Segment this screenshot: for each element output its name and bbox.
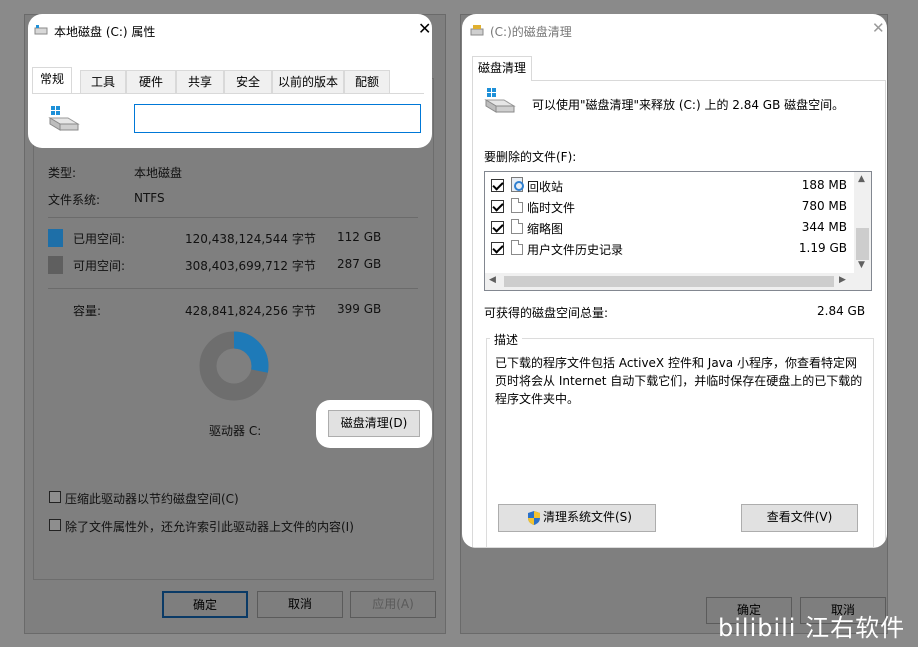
filesystem-value: NTFS [134,191,165,205]
tab-quota[interactable]: 配额 [344,70,390,94]
vertical-scrollbar[interactable]: ▲ ▼ [854,172,871,274]
horizontal-scroll-thumb[interactable] [504,276,834,287]
file-size: 344 MB [801,220,847,234]
filesystem-label: 文件系统: [48,193,101,207]
cleanup-button-card: 磁盘清理(D) [316,400,432,448]
close-icon[interactable]: ✕ [418,19,431,38]
vertical-scroll-thumb[interactable] [856,228,869,260]
file-name: 用户文件历史记录 [527,243,624,257]
file-icon [511,219,523,234]
files-list[interactable]: 回收站 188 MB 临时文件 780 MB 缩略图 344 MB 用户文件历史… [484,171,872,291]
apply-button[interactable]: 应用(A) [350,591,436,618]
separator [48,288,418,289]
drive-large-icon [484,88,516,113]
recycle-bin-icon [511,177,524,192]
free-space-bytes: 308,403,699,712 字节 [185,259,316,273]
close-icon[interactable]: ✕ [872,19,885,37]
cleanup-intro-text: 可以使用"磁盘清理"来释放 (C:) 上的 2.84 GB 磁盘空间。 [532,98,845,112]
clean-system-files-label: 清理系统文件(S) [543,510,632,524]
capacity-size: 399 GB [337,302,382,316]
tab-security[interactable]: 安全 [224,70,272,94]
description-title: 描述 [490,331,523,348]
scroll-left-icon[interactable]: ◀ [489,275,496,285]
watermark: bilibili 江右软件 [718,614,906,642]
tab-hardware[interactable]: 硬件 [126,70,176,94]
file-name: 临时文件 [527,201,576,215]
drive-label: 驱动器 C: [209,424,262,438]
tab-tools[interactable]: 工具 [80,70,126,94]
drive-name-input[interactable] [134,104,421,133]
clean-system-files-button[interactable]: 清理系统文件(S) [498,504,656,532]
file-checkbox[interactable] [491,200,504,213]
list-item[interactable]: 缩略图 344 MB [485,217,855,238]
tab-general[interactable]: 常规 [32,67,72,94]
index-checkbox[interactable] [49,519,61,531]
ok-button[interactable]: 确定 [162,591,248,618]
capacity-label: 容量: [73,304,102,318]
used-space-label: 已用空间: [73,232,126,246]
type-label: 类型: [48,166,77,180]
list-item[interactable]: 用户文件历史记录 1.19 GB [485,238,855,259]
compress-option-label: 压缩此驱动器以节约磁盘空间(C) [65,492,239,506]
used-space-swatch [48,229,63,247]
view-files-button[interactable]: 查看文件(V) [741,504,858,532]
tab-previous-versions[interactable]: 以前的版本 [272,70,344,94]
cleanup-window-title: (C:)的磁盘清理 [490,25,572,39]
file-name: 回收站 [527,180,564,194]
file-checkbox[interactable] [491,242,504,255]
scroll-down-icon[interactable]: ▼ [858,260,865,270]
disk-usage-donut [199,331,269,401]
file-icon [511,198,523,213]
drive-icon [34,25,48,35]
file-size: 188 MB [801,178,847,192]
shield-icon [528,511,540,525]
index-option-label: 除了文件属性外，还允许索引此驱动器上文件的内容(I) [65,520,354,534]
cleanup-app-icon [470,25,484,36]
free-space-size: 287 GB [337,257,382,271]
disk-cleanup-card: (C:)的磁盘清理 ✕ 磁盘清理 可以使用"磁盘清理"来释放 (C:) 上的 2… [462,14,887,548]
file-checkbox[interactable] [491,179,504,192]
compress-checkbox[interactable] [49,491,61,503]
drive-large-icon [48,106,80,131]
scroll-right-icon[interactable]: ▶ [839,275,846,285]
capacity-bytes: 428,841,824,256 字节 [185,304,316,318]
used-space-size: 112 GB [337,230,382,244]
list-item[interactable]: 回收站 188 MB [485,175,855,196]
free-space-swatch [48,256,63,274]
tab-sharing[interactable]: 共享 [176,70,224,94]
window-title: 本地磁盘 (C:) 属性 [54,25,156,39]
tab-disk-cleanup[interactable]: 磁盘清理 [472,56,532,81]
type-value: 本地磁盘 [134,166,183,180]
list-item[interactable]: 临时文件 780 MB [485,196,855,217]
total-space-value: 2.84 GB [817,304,866,318]
used-space-bytes: 120,438,124,544 字节 [185,232,316,246]
file-icon [511,240,523,255]
files-to-delete-label: 要删除的文件(F): [484,150,577,164]
total-space-label: 可获得的磁盘空间总量: [484,306,609,320]
file-size: 780 MB [801,199,847,213]
cancel-button[interactable]: 取消 [257,591,343,618]
file-checkbox[interactable] [491,221,504,234]
tab-border [32,93,424,94]
horizontal-scrollbar[interactable]: ◀ ▶ [485,273,871,290]
free-space-label: 可用空间: [73,259,126,273]
separator [48,217,418,218]
file-name: 缩略图 [527,222,564,236]
disk-cleanup-button[interactable]: 磁盘清理(D) [328,410,420,437]
description-text: 已下载的程序文件包括 ActiveX 控件和 Java 小程序，你查看特定网页时… [495,356,863,406]
scroll-up-icon[interactable]: ▲ [858,174,865,184]
properties-header-card: 本地磁盘 (C:) 属性 ✕ 常规 工具 硬件 共享 安全 以前的版本 配额 [28,14,432,148]
file-size: 1.19 GB [798,241,847,255]
